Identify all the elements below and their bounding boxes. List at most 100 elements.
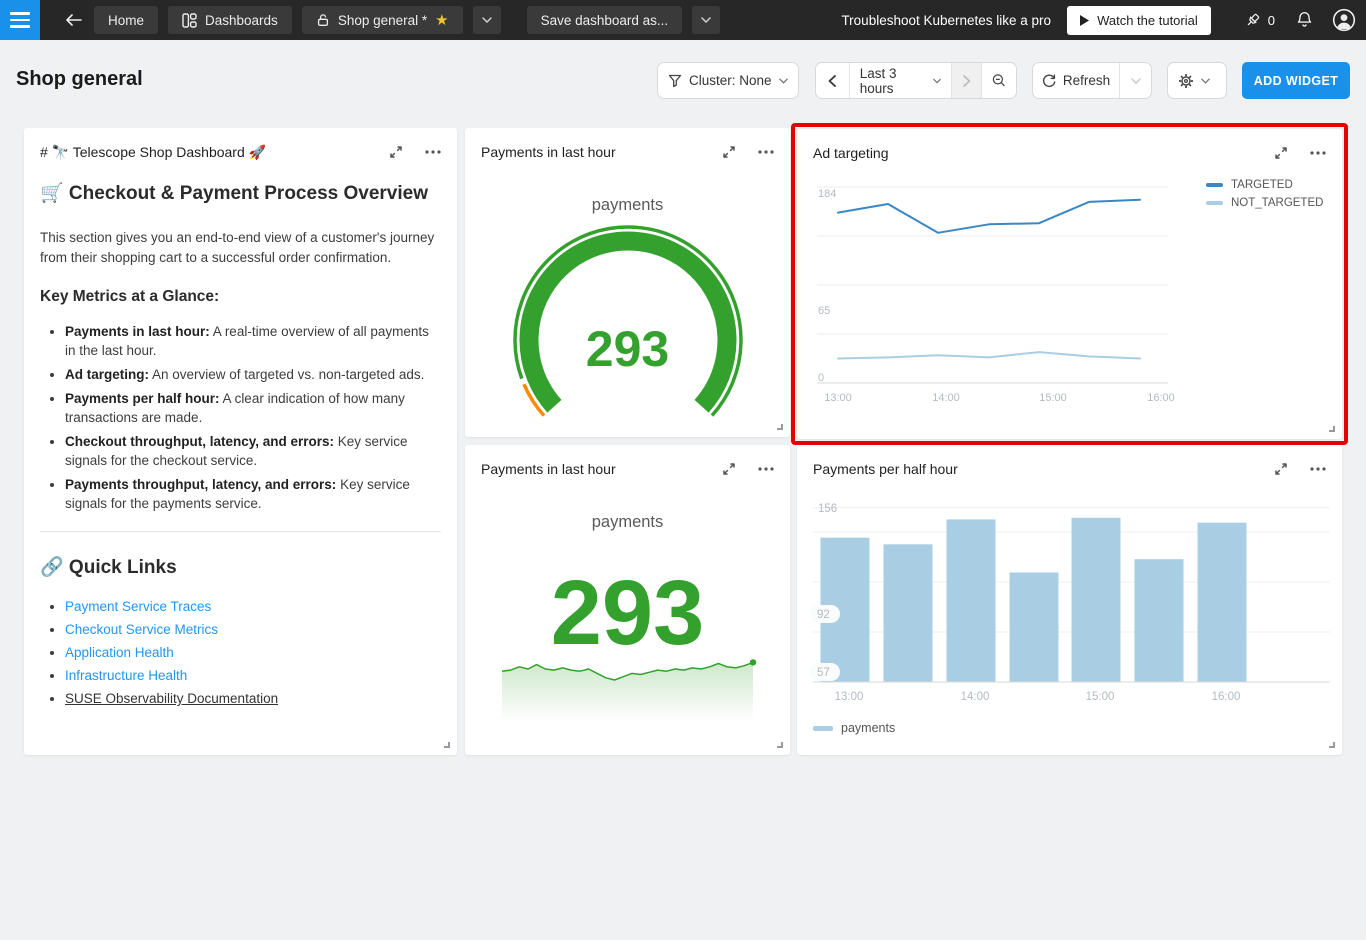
chevron-down-icon [701,17,711,23]
svg-text:184: 184 [818,188,836,200]
svg-text:0: 0 [818,372,824,384]
quick-link[interactable]: Infrastructure Health [65,668,187,683]
pin-count: 0 [1268,13,1275,28]
legend-item-not_targeted[interactable]: NOT_TARGETED [1206,197,1323,209]
markdown-heading: 🛒 Checkout & Payment Process Overview [40,182,441,206]
number-metric-label: payments [465,513,790,532]
more-menu-icon[interactable] [758,467,774,471]
resize-handle[interactable] [777,424,783,430]
save-dashboard-as-button[interactable]: Save dashboard as... [527,6,683,34]
svg-text:15:00: 15:00 [1086,691,1115,703]
widget-payments-number: Payments in last hour payments 293 [465,445,790,755]
widget-title: Ad targeting [813,145,889,161]
expand-icon[interactable] [1274,146,1288,160]
more-menu-icon[interactable] [425,150,441,154]
svg-text:16:00: 16:00 [1147,392,1175,404]
legend-label: payments [841,721,895,735]
chevron-down-icon [933,78,941,84]
user-avatar[interactable] [1332,8,1356,32]
metric-item: Payments per half hour: A clear indicati… [65,389,441,427]
legend-item-payments[interactable]: payments [813,721,895,735]
chevron-down-icon [779,78,788,84]
svg-text:16:00: 16:00 [1212,691,1241,703]
resize-handle[interactable] [444,742,450,748]
quick-link-item: SUSE Observability Documentation [65,690,441,707]
tab-dashboards-label: Dashboards [205,13,278,28]
time-range-button[interactable]: Last 3 hours [849,63,951,98]
quick-links-list: Payment Service Traces Checkout Service M… [40,598,441,707]
widget-title: Payments per half hour [813,461,958,477]
time-forward-button[interactable] [951,63,981,98]
legend-marker [1206,183,1223,187]
svg-text:57: 57 [817,667,830,679]
save-dashboard-dropdown[interactable] [692,6,720,34]
cluster-filter-label: Cluster: None [689,73,772,88]
add-widget-button[interactable]: ADD WIDGET [1242,62,1350,99]
svg-text:13:00: 13:00 [835,691,864,703]
payments-sparkline [497,650,758,723]
back-button[interactable] [54,0,94,40]
widget-title: # 🔭 Telescope Shop Dashboard 🚀 [40,144,266,161]
expand-icon[interactable] [722,145,736,159]
dashboard-screen: Home Dashboards Shop general * ★ Save da… [0,0,1366,940]
quick-link[interactable]: Application Health [65,645,174,660]
refresh-interval-dropdown[interactable] [1119,63,1151,98]
legend-label: NOT_TARGETED [1231,197,1323,209]
quick-link[interactable]: SUSE Observability Documentation [65,691,278,706]
zoom-out-time-button[interactable] [981,63,1016,98]
refresh-label: Refresh [1063,73,1110,88]
markdown-content: 🛒 Checkout & Payment Process Overview Th… [40,174,441,713]
more-menu-icon[interactable] [1310,151,1326,155]
refresh-button[interactable]: Refresh [1033,63,1119,98]
tab-dashboards[interactable]: Dashboards [168,6,292,34]
hamburger-menu-button[interactable] [0,0,40,40]
quick-link-item: Payment Service Traces [65,598,441,615]
tab-home[interactable]: Home [94,6,158,34]
unlock-icon [316,13,330,27]
metric-item: Checkout throughput, latency, and errors… [65,432,441,470]
dashboard-tab-dropdown[interactable] [473,6,501,34]
legend-label: TARGETED [1231,179,1293,191]
play-icon [1080,15,1089,26]
resize-handle[interactable] [1329,426,1335,432]
favorite-star-icon[interactable]: ★ [435,13,448,28]
expand-icon[interactable] [722,462,736,476]
filter-funnel-icon [668,74,682,88]
chevron-down-icon [482,17,492,23]
svg-text:156: 156 [818,503,837,515]
cluster-filter-button[interactable]: Cluster: None [657,62,799,99]
metric-item: Payments throughput, latency, and errors… [65,475,441,513]
chevron-down-icon [1201,78,1210,84]
quick-link[interactable]: Checkout Service Metrics [65,622,218,637]
more-menu-icon[interactable] [1310,467,1326,471]
chevron-left-icon [828,75,836,87]
tab-shop-general[interactable]: Shop general * ★ [302,6,463,34]
chevron-right-icon [963,75,971,87]
time-range-group: Last 3 hours [815,62,1017,99]
resize-handle[interactable] [1329,742,1335,748]
resize-handle[interactable] [777,742,783,748]
more-menu-icon[interactable] [758,150,774,154]
widget-title: Payments in last hour [481,461,616,477]
quick-link[interactable]: Payment Service Traces [65,599,211,614]
watch-tutorial-label: Watch the tutorial [1097,13,1198,28]
watch-tutorial-button[interactable]: Watch the tutorial [1067,6,1211,35]
expand-icon[interactable] [1274,462,1288,476]
time-back-button[interactable] [816,63,849,98]
promo-text: Troubleshoot Kubernetes like a pro [841,13,1051,28]
metrics-heading: Key Metrics at a Glance: [40,287,441,306]
notifications-bell-icon[interactable] [1296,11,1313,29]
pinned-items-button[interactable]: 0 [1244,12,1275,29]
quick-link-item: Checkout Service Metrics [65,621,441,638]
quick-link-item: Application Health [65,644,441,661]
dashboard-settings-button[interactable] [1167,62,1227,99]
quick-link-item: Infrastructure Health [65,667,441,684]
metric-item: Payments in last hour: A real-time overv… [65,322,441,360]
gear-icon [1178,73,1194,89]
legend-item-targeted[interactable]: TARGETED [1206,179,1293,191]
widget-payments-gauge: Payments in last hour payments 293 [465,128,790,437]
widget-ad-targeting: Ad targeting 18465013:0014:0015:0016:00 … [797,129,1342,439]
arrow-left-icon [65,14,83,26]
expand-icon[interactable] [389,145,403,159]
refresh-group: Refresh [1032,62,1152,99]
